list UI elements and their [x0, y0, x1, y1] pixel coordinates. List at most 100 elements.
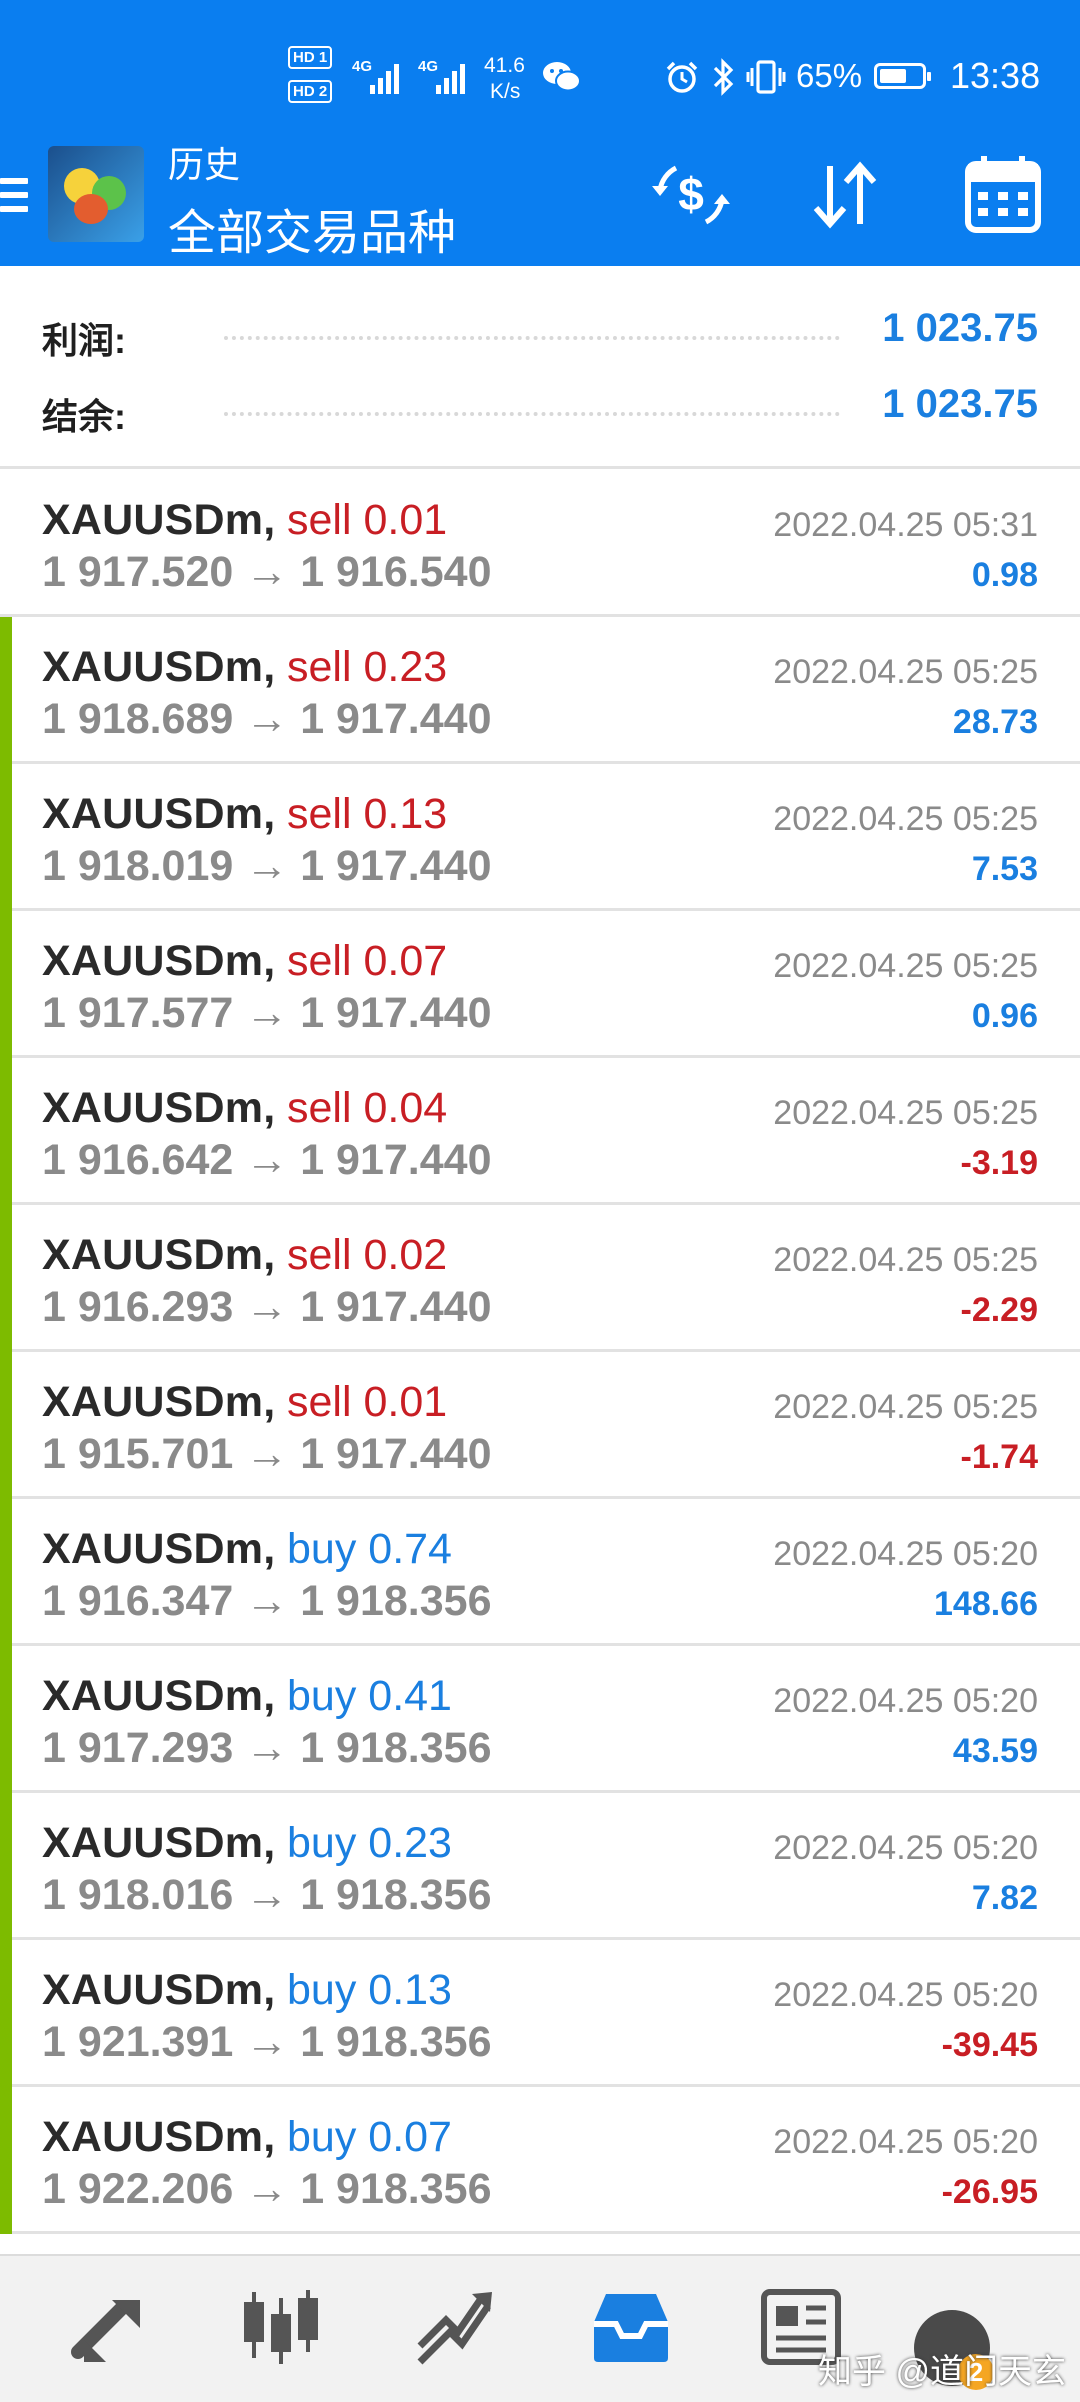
trade-symbol: XAUUSDm,: [42, 643, 276, 691]
summary-label: 结余:: [42, 396, 126, 437]
trade-row[interactable]: XAUUSDm, buy 0.41 1 917.293 → 1 918.356 202…: [0, 1646, 1080, 1793]
trade-time: 2022.04.25 05:20: [773, 2123, 1038, 2161]
trade-time: 2022.04.25 05:25: [773, 1094, 1038, 1132]
wechat-icon: [543, 62, 581, 92]
top-bar: HD 1 HD 2 4G 4G 41.6 K/s 65% 13:38 历史 全部…: [0, 0, 1080, 266]
trade-time: 2022.04.25 05:25: [773, 653, 1038, 691]
position-marker: [0, 1646, 12, 1793]
trade-row[interactable]: XAUUSDm, sell 0.07 1 917.577 → 1 917.440 20…: [0, 911, 1080, 1058]
trade-prices: 1 918.019 → 1 917.440: [42, 842, 492, 890]
trade-icon[interactable]: [410, 2282, 500, 2372]
trade-profit: -1.74: [960, 1438, 1039, 1476]
trade-row[interactable]: XAUUSDm, sell 0.13 1 918.019 → 1 917.440 20…: [0, 764, 1080, 911]
trade-side: sell 0.23: [287, 643, 448, 691]
trade-prices: 1 915.701 → 1 917.440: [42, 1430, 492, 1478]
trade-row[interactable]: XAUUSDm, sell 0.04 1 916.642 → 1 917.440 20…: [0, 1058, 1080, 1205]
trade-history-list[interactable]: XAUUSDm, sell 0.01 1 917.520 → 1 916.540 20…: [0, 470, 1080, 2234]
menu-icon[interactable]: [0, 178, 28, 220]
trade-profit: 28.73: [952, 703, 1038, 741]
battery-percent: 65%: [796, 57, 863, 94]
trade-profit: 7.82: [971, 1879, 1038, 1917]
trade-side: buy 0.41: [287, 1672, 452, 1720]
trade-row[interactable]: XAUUSDm, buy 0.74 1 916.347 → 1 918.356 202…: [0, 1499, 1080, 1646]
hd2-badge: HD 2: [288, 80, 333, 103]
bluetooth-icon: [713, 58, 734, 96]
currency-exchange-icon[interactable]: $: [646, 150, 736, 240]
position-marker: [0, 1940, 12, 2087]
header-title[interactable]: 全部交易品种: [168, 193, 456, 263]
calendar-icon[interactable]: [958, 150, 1048, 240]
trade-prices: 1 917.577 → 1 917.440: [42, 989, 492, 1037]
trade-time: 2022.04.25 05:20: [773, 1976, 1038, 2014]
trade-profit: 43.59: [952, 1732, 1038, 1770]
clock: 13:38: [950, 55, 1041, 96]
trade-time: 2022.04.25 05:20: [773, 1682, 1038, 1720]
position-marker: [0, 1205, 12, 1352]
trade-row[interactable]: XAUUSDm, sell 0.01 1 917.520 → 1 916.540 20…: [0, 470, 1080, 617]
trade-side: sell 0.02: [287, 1231, 448, 1279]
trade-symbol: XAUUSDm,: [42, 1525, 276, 1573]
trade-side: sell 0.04: [287, 1084, 448, 1132]
position-marker: [0, 617, 12, 764]
status-bar: HD 1 HD 2 4G 4G 41.6 K/s 65% 13:38: [0, 0, 1080, 140]
trade-row[interactable]: XAUUSDm, sell 0.23 1 918.689 → 1 917.440 20…: [0, 617, 1080, 764]
trade-profit: -39.45: [941, 2026, 1038, 2064]
trade-side: buy 0.13: [287, 1966, 452, 2014]
net-speed-value: 41.6: [484, 54, 525, 77]
trade-prices: 1 917.293 → 1 918.356: [42, 1724, 492, 1772]
trade-prices: 1 918.016 → 1 918.356: [42, 1871, 492, 1919]
bottom-nav: 2 知乎 @道门天玄: [0, 2254, 1080, 2402]
trade-symbol: XAUUSDm,: [42, 2113, 276, 2161]
trade-side: sell 0.13: [287, 790, 448, 838]
trade-prices: 1 916.642 → 1 917.440: [42, 1136, 492, 1184]
position-marker: [0, 1499, 12, 1646]
trade-row[interactable]: XAUUSDm, sell 0.02 1 916.293 → 1 917.440 20…: [0, 1205, 1080, 1352]
trade-row[interactable]: XAUUSDm, buy 0.23 1 918.016 → 1 918.356 202…: [0, 1793, 1080, 1940]
trade-symbol: XAUUSDm,: [42, 1084, 276, 1132]
trade-time: 2022.04.25 05:25: [773, 1241, 1038, 1279]
trade-profit: -2.29: [960, 1291, 1039, 1329]
summary-label: 利润:: [42, 320, 126, 361]
history-icon[interactable]: [586, 2282, 676, 2372]
net-speed-unit: K/s: [490, 80, 521, 103]
trade-symbol: XAUUSDm,: [42, 496, 276, 544]
battery-icon: [874, 63, 931, 89]
quotes-icon[interactable]: [66, 2282, 156, 2372]
position-marker: [0, 764, 12, 911]
summary-value: 1 023.75: [882, 306, 1038, 350]
signal1-icon: [370, 58, 399, 94]
trade-time: 2022.04.25 05:25: [773, 1388, 1038, 1426]
net2-label: 4G: [418, 58, 439, 75]
divider: [0, 466, 1080, 469]
summary-value: 1 023.75: [882, 382, 1038, 426]
trade-time: 2022.04.25 05:25: [773, 800, 1038, 838]
trade-row[interactable]: XAUUSDm, buy 0.13 1 921.391 → 1 918.356 202…: [0, 1940, 1080, 2087]
chart-icon[interactable]: [236, 2282, 326, 2372]
trade-profit: 148.66: [934, 1585, 1038, 1623]
summary-balance-row: 结余: 1 023.75: [0, 370, 1080, 444]
trade-time: 2022.04.25 05:20: [773, 1829, 1038, 1867]
net1-label: 4G: [352, 58, 373, 75]
position-marker: [0, 1058, 12, 1205]
app-logo: [48, 146, 144, 242]
trade-profit: -26.95: [941, 2173, 1038, 2211]
trade-prices: 1 921.391 → 1 918.356: [42, 2018, 492, 2066]
trade-side: buy 0.74: [287, 1525, 452, 1573]
trade-row[interactable]: XAUUSDm, sell 0.01 1 915.701 → 1 917.440 20…: [0, 1352, 1080, 1499]
trade-time: 2022.04.25 05:20: [773, 1535, 1038, 1573]
dotted-leader: [224, 336, 840, 340]
watermark-text: 知乎 @道门天玄: [818, 2353, 1066, 2391]
position-marker: [0, 2087, 12, 2234]
hd1-badge: HD 1: [288, 46, 333, 69]
sort-icon[interactable]: [800, 150, 890, 240]
trade-prices: 1 917.520 → 1 916.540: [42, 548, 492, 596]
trade-row[interactable]: XAUUSDm, buy 0.07 1 922.206 → 1 918.356 202…: [0, 2087, 1080, 2234]
trade-symbol: XAUUSDm,: [42, 1966, 276, 2014]
trade-profit: 0.98: [971, 556, 1038, 594]
trade-profit: 0.96: [971, 997, 1038, 1035]
position-marker: [0, 1793, 12, 1940]
trade-time: 2022.04.25 05:25: [773, 947, 1038, 985]
signal2-icon: [436, 58, 465, 94]
trade-profit: -3.19: [960, 1144, 1039, 1182]
trade-symbol: XAUUSDm,: [42, 1819, 276, 1867]
